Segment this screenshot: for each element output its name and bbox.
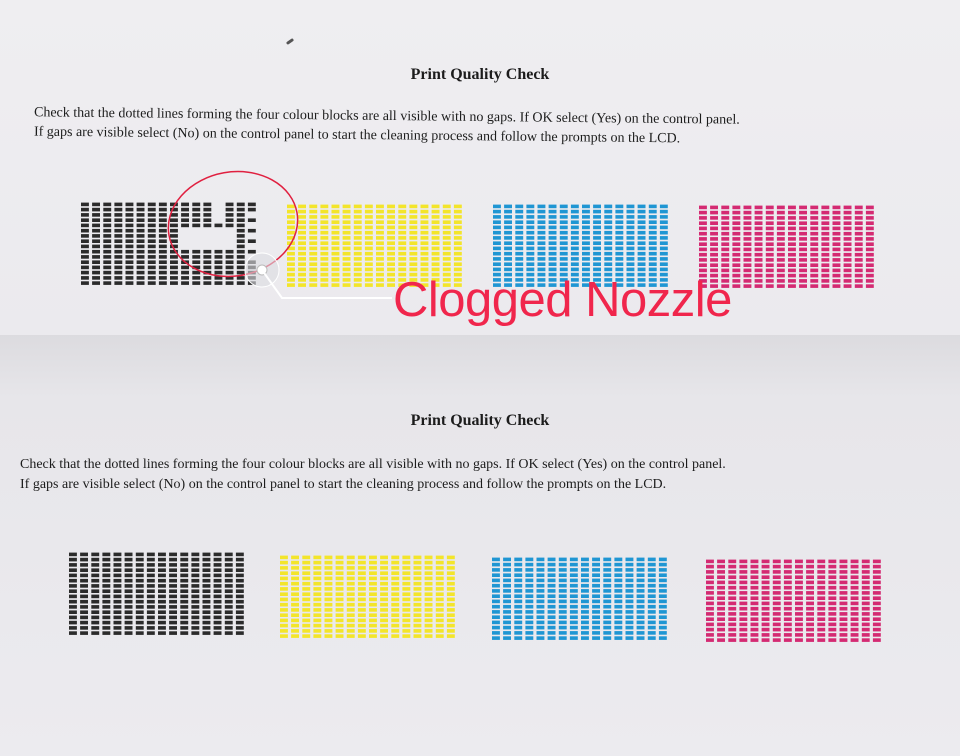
annotation-overlay — [167, 170, 392, 299]
clogged-nozzle-label: Clogged Nozzle — [393, 273, 732, 327]
callout-leader-line — [261, 269, 392, 299]
highlight-circle — [167, 170, 299, 278]
